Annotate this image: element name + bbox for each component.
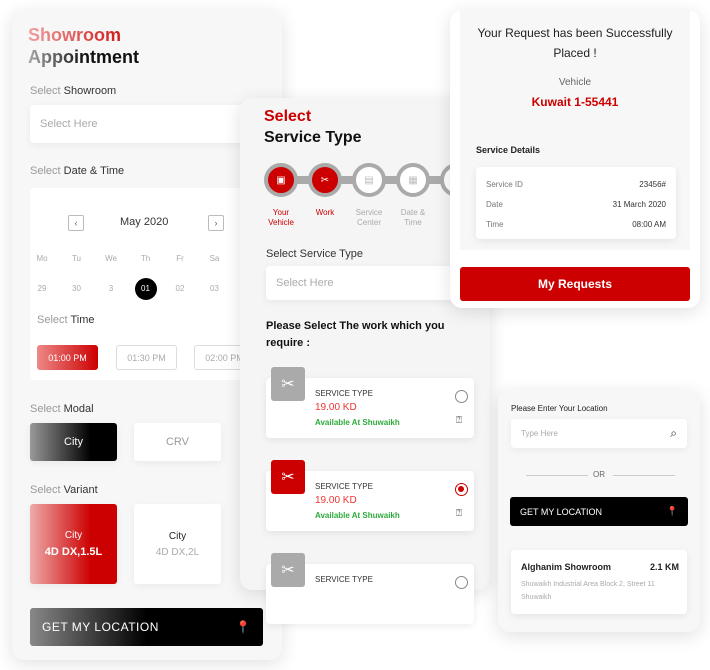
- calendar-icon: ▦: [408, 174, 418, 186]
- title-line2: Appointment: [28, 47, 139, 67]
- get-location-button[interactable]: GET MY LOCATION 📍: [510, 497, 688, 526]
- divider: [526, 475, 588, 476]
- step-label: Your Vehicle: [268, 208, 294, 227]
- vehicle-label: Vehicle: [558, 77, 592, 88]
- step-label: Service Center: [355, 208, 383, 227]
- select-modal-label: Select Modal: [30, 403, 94, 415]
- time-slot[interactable]: 01:30 PM: [116, 345, 177, 370]
- select-service-label: Select Service Type: [266, 248, 364, 260]
- location-search-input[interactable]: Type Here ⌕: [511, 419, 687, 448]
- step-label: Date & Time: [400, 208, 426, 227]
- modal-option[interactable]: CRV: [134, 423, 221, 461]
- title-line1: Select: [264, 108, 312, 125]
- service-type: SERVICE TYPE: [315, 389, 373, 398]
- location-pin-icon: 📍: [666, 506, 678, 516]
- tools-icon: ✂: [320, 174, 330, 186]
- showroom-distance: 2.1 KM: [649, 562, 679, 572]
- select-showroom-label: Select Showroom: [30, 85, 117, 97]
- title-line2: Service Type: [264, 129, 362, 146]
- chevron-left-icon[interactable]: ‹: [68, 215, 84, 231]
- tools-icon: ✂: [271, 460, 305, 494]
- service-type: SERVICE TYPE: [315, 575, 373, 584]
- weekday-label: Tu: [71, 254, 82, 263]
- vehicle-number: Kuwait 1-55441: [531, 95, 619, 109]
- modal-option-selected[interactable]: City: [30, 423, 117, 461]
- showroom-address: Shuwaikh Industrial Area Block 2, Street…: [521, 581, 655, 601]
- car-icon: ▣: [276, 174, 286, 186]
- variant-option[interactable]: City 4D DX,2L: [134, 504, 221, 584]
- weekday-label: Fr: [176, 254, 184, 263]
- confirmation-panel: Your Request has been Successfully Place…: [450, 10, 700, 308]
- variant-option-selected[interactable]: City 4D DX,1.5L: [30, 504, 117, 584]
- help-chat-icon[interactable]: ⍰: [456, 508, 462, 519]
- tools-icon: ✂: [271, 553, 305, 587]
- service-details-title: Service Details: [476, 145, 541, 155]
- or-text: OR: [593, 470, 605, 479]
- select-datetime-label: Select Date & Time: [30, 165, 125, 177]
- location-pin-icon: 📍: [235, 620, 251, 634]
- service-price: 19.00 KD: [315, 495, 357, 506]
- my-requests-button[interactable]: My Requests: [460, 267, 690, 301]
- showroom-result[interactable]: Alghanim Showroom 2.1 KM Shuwaikh Indust…: [511, 550, 687, 614]
- location-panel: Please Enter Your Location Type Here ⌕ OR…: [498, 390, 700, 632]
- service-availability: Available At Shuwaikh: [315, 511, 400, 520]
- building-icon: ▤: [364, 174, 374, 186]
- calendar-day[interactable]: 3: [100, 284, 122, 293]
- chevron-right-icon[interactable]: ›: [208, 215, 224, 231]
- select-variant-label: Select Variant: [30, 484, 98, 496]
- divider: [613, 475, 675, 476]
- title-line1: Showroom: [28, 24, 139, 46]
- select-time-label: Select Time: [37, 314, 95, 326]
- step-3[interactable]: ▦: [396, 163, 430, 197]
- help-chat-icon[interactable]: ⍰: [456, 415, 462, 426]
- work-prompt: Please Select The work which you require…: [266, 320, 445, 349]
- calendar-day[interactable]: 29: [31, 284, 53, 293]
- weekday-label: Sa: [209, 254, 220, 263]
- service-type: SERVICE TYPE: [315, 482, 373, 491]
- service-radio[interactable]: [455, 390, 468, 403]
- step-2[interactable]: ▤: [352, 163, 386, 197]
- search-icon[interactable]: ⌕: [670, 426, 677, 441]
- calendar-day[interactable]: 03: [204, 284, 226, 293]
- tools-icon: ✂: [271, 367, 305, 401]
- weekday-label: Mo: [36, 254, 48, 263]
- calendar-day[interactable]: 30: [66, 284, 88, 293]
- calendar-day-selected[interactable]: 01: [134, 278, 157, 300]
- service-details-card: Service ID 23456# Date 31 March 2020 Time 0…: [476, 167, 676, 239]
- success-message: Your Request has been Successfully Place…: [477, 26, 673, 60]
- time-slot-selected[interactable]: 01:00 PM: [37, 345, 98, 370]
- service-availability: Available At Shuwaikh: [315, 418, 400, 427]
- service-radio[interactable]: [455, 483, 468, 496]
- step-label: Work: [315, 208, 335, 217]
- get-location-button[interactable]: GET MY LOCATION 📍: [30, 608, 263, 646]
- showroom-name: Alghanim Showroom: [521, 562, 611, 572]
- calendar-month: May 2020: [120, 216, 169, 228]
- service-radio[interactable]: [455, 576, 468, 589]
- calendar-day[interactable]: 02: [169, 284, 191, 293]
- weekday-label: Th: [140, 254, 151, 263]
- step-1[interactable]: ✂: [308, 163, 342, 197]
- service-price: 19.00 KD: [315, 402, 357, 413]
- weekday-label: We: [105, 254, 117, 263]
- step-0[interactable]: ▣: [264, 163, 298, 197]
- location-label: Please Enter Your Location: [511, 404, 608, 413]
